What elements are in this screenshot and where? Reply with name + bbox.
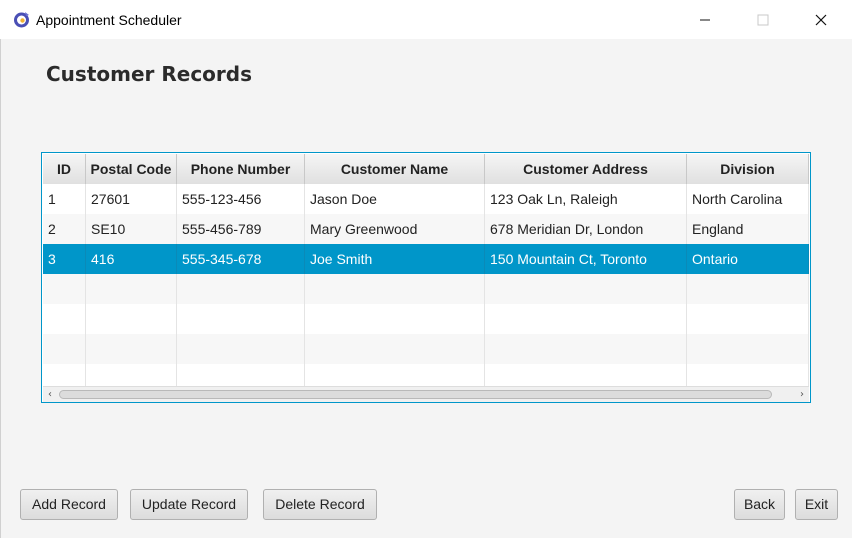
cell-division: Ontario: [687, 244, 809, 274]
add-record-button[interactable]: Add Record: [20, 489, 118, 520]
cell-id: 1: [43, 184, 86, 214]
chevron-left-icon[interactable]: ‹: [43, 387, 57, 402]
table-body: 1 27601 555-123-456 Jason Doe 123 Oak Ln…: [43, 184, 809, 386]
minimize-button[interactable]: [676, 0, 734, 39]
table-row-selected[interactable]: 3 416 555-345-678 Joe Smith 150 Mountain…: [43, 244, 809, 274]
scrollbar-thumb[interactable]: [59, 390, 772, 399]
empty-row: [43, 364, 809, 386]
close-icon: [815, 14, 827, 25]
back-button[interactable]: Back: [734, 489, 785, 520]
maximize-button[interactable]: [734, 0, 792, 39]
update-record-button[interactable]: Update Record: [130, 489, 248, 520]
empty-cell: [86, 274, 177, 304]
cell-postal-code: 27601: [86, 184, 177, 214]
chevron-right-icon[interactable]: ›: [795, 387, 809, 402]
column-header-customer-address[interactable]: Customer Address: [485, 154, 687, 184]
cell-id: 2: [43, 214, 86, 244]
empty-cell: [485, 334, 687, 364]
column-header-division[interactable]: Division: [687, 154, 809, 184]
column-header-customer-name[interactable]: Customer Name: [305, 154, 485, 184]
empty-cell: [305, 274, 485, 304]
empty-cell: [305, 364, 485, 386]
column-header-postal-code[interactable]: Postal Code: [86, 154, 177, 184]
empty-cell: [86, 364, 177, 386]
cell-postal-code: SE10: [86, 214, 177, 244]
empty-cell: [687, 274, 809, 304]
table-header: ID Postal Code Phone Number Customer Nam…: [43, 154, 809, 185]
empty-cell: [687, 364, 809, 386]
empty-cell: [305, 334, 485, 364]
cell-postal-code: 416: [86, 244, 177, 274]
empty-cell: [485, 274, 687, 304]
empty-cell: [305, 304, 485, 334]
minimize-icon: [700, 19, 710, 20]
cell-customer-name: Mary Greenwood: [305, 214, 485, 244]
cell-customer-name: Jason Doe: [305, 184, 485, 214]
empty-cell: [43, 334, 86, 364]
cell-phone-number: 555-456-789: [177, 214, 305, 244]
empty-cell: [43, 274, 86, 304]
horizontal-scrollbar[interactable]: ‹ ›: [43, 386, 809, 402]
empty-cell: [86, 334, 177, 364]
empty-cell: [43, 304, 86, 334]
empty-cell: [86, 304, 177, 334]
close-button[interactable]: [792, 0, 850, 39]
empty-cell: [485, 364, 687, 386]
empty-cell: [43, 364, 86, 386]
column-header-id[interactable]: ID: [43, 154, 86, 184]
table-row[interactable]: 2 SE10 555-456-789 Mary Greenwood 678 Me…: [43, 214, 809, 244]
title-bar: Appointment Scheduler: [0, 0, 852, 39]
cell-customer-address: 123 Oak Ln, Raleigh: [485, 184, 687, 214]
cell-customer-address: 150 Mountain Ct, Toronto: [485, 244, 687, 274]
empty-cell: [177, 304, 305, 334]
empty-row: [43, 274, 809, 304]
empty-row: [43, 334, 809, 364]
empty-cell: [177, 364, 305, 386]
empty-cell: [687, 334, 809, 364]
column-header-phone-number[interactable]: Phone Number: [177, 154, 305, 184]
maximize-icon: [757, 14, 769, 25]
cell-phone-number: 555-345-678: [177, 244, 305, 274]
empty-cell: [177, 334, 305, 364]
customer-table[interactable]: ID Postal Code Phone Number Customer Nam…: [41, 152, 811, 403]
cell-id: 3: [43, 244, 86, 274]
cell-customer-address: 678 Meridian Dr, London: [485, 214, 687, 244]
window-frame: [0, 39, 1, 538]
cell-division: England: [687, 214, 809, 244]
cell-phone-number: 555-123-456: [177, 184, 305, 214]
empty-cell: [687, 304, 809, 334]
window-title: Appointment Scheduler: [36, 12, 182, 28]
delete-record-button[interactable]: Delete Record: [263, 489, 377, 520]
page-title: Customer Records: [46, 62, 252, 86]
cell-division: North Carolina: [687, 184, 809, 214]
empty-cell: [485, 304, 687, 334]
empty-cell: [177, 274, 305, 304]
empty-row: [43, 304, 809, 334]
cell-customer-name: Joe Smith: [305, 244, 485, 274]
app-logo-icon: [14, 12, 29, 28]
table-row[interactable]: 1 27601 555-123-456 Jason Doe 123 Oak Ln…: [43, 184, 809, 214]
exit-button[interactable]: Exit: [795, 489, 838, 520]
